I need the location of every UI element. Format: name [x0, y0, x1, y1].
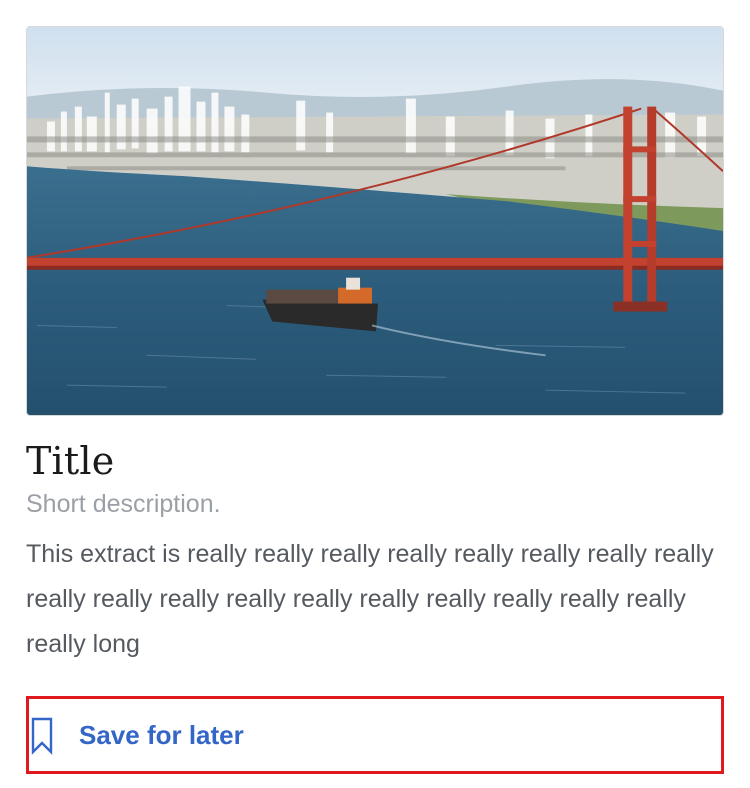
save-for-later-label: Save for later	[79, 719, 244, 750]
golden-gate-bridge-photo	[27, 27, 723, 415]
article-extract: This extract is really really really rea…	[26, 540, 714, 658]
article-title: Title	[26, 439, 115, 483]
article-image[interactable]	[26, 26, 724, 416]
article-card: Title Short description. This extract is…	[26, 26, 724, 667]
short-description: Short description.	[26, 490, 221, 518]
save-for-later-button[interactable]: Save for later	[26, 696, 724, 774]
bookmark-icon	[31, 717, 53, 755]
